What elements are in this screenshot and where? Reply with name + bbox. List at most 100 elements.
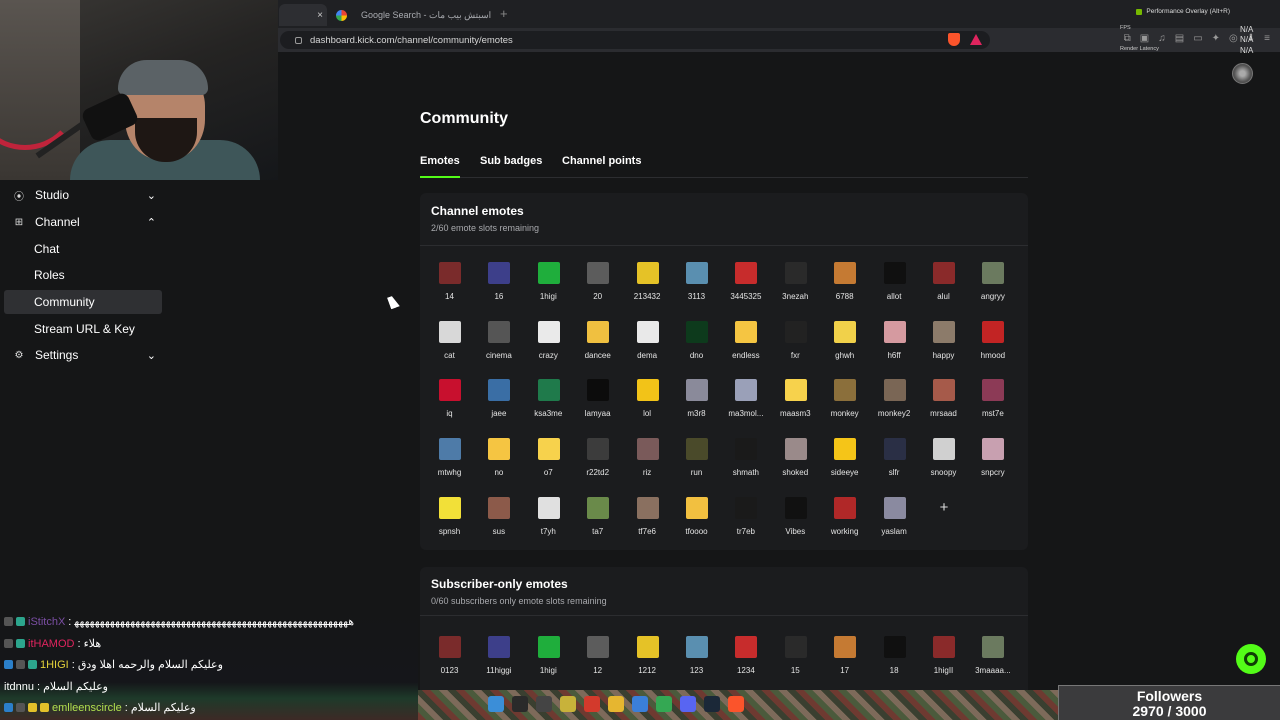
channel-emote[interactable]: 3113 bbox=[672, 262, 721, 312]
sidebar-item-stream-url-key[interactable]: Stream URL & Key bbox=[4, 317, 164, 341]
channel-emote[interactable]: ta7 bbox=[573, 496, 622, 547]
channel-emote[interactable]: 20 bbox=[573, 262, 622, 312]
obs-icon[interactable] bbox=[584, 696, 600, 712]
channel-emote[interactable]: lol bbox=[623, 379, 672, 429]
channel-emote[interactable]: snpcry bbox=[968, 438, 1017, 488]
channel-emote[interactable]: iq bbox=[425, 379, 474, 429]
channel-emote[interactable]: fxr bbox=[771, 320, 820, 371]
channel-emote[interactable]: no bbox=[474, 438, 523, 488]
channel-emote[interactable]: sus bbox=[474, 496, 523, 547]
channel-emote[interactable]: maasm3 bbox=[771, 379, 820, 429]
channel-emote[interactable]: dno bbox=[672, 320, 721, 371]
channel-emote[interactable]: monkey bbox=[820, 379, 869, 429]
tab-channel-points[interactable]: Channel points bbox=[562, 155, 641, 167]
channel-emote[interactable]: spnsh bbox=[425, 496, 474, 547]
wallet-icon[interactable]: ▭ bbox=[1193, 33, 1202, 44]
sidebar-item-chat[interactable]: Chat bbox=[4, 237, 164, 261]
subscriber-emote[interactable]: 3maaaa... bbox=[968, 636, 1017, 686]
steam-icon[interactable] bbox=[704, 696, 720, 712]
edge-icon[interactable] bbox=[632, 696, 648, 712]
music-icon[interactable]: ♫ bbox=[1158, 33, 1166, 44]
subscriber-emote[interactable]: 17 bbox=[820, 636, 869, 686]
subscriber-emote[interactable]: 15 bbox=[771, 636, 820, 686]
channel-emote[interactable]: shmath bbox=[721, 438, 770, 488]
channel-emote[interactable]: 14 bbox=[425, 262, 474, 312]
channel-emote[interactable]: snoopy bbox=[919, 438, 968, 488]
channel-emote[interactable]: cat bbox=[425, 320, 474, 371]
add-emote-button[interactable]: + bbox=[933, 499, 955, 516]
sidebar-item-channel[interactable]: ⊞ Channel ⌃ bbox=[4, 210, 164, 234]
channel-emote[interactable]: 213432 bbox=[623, 262, 672, 312]
browser-tab-active[interactable]: × bbox=[279, 4, 327, 26]
channel-emote[interactable]: happy bbox=[919, 320, 968, 371]
channel-emote[interactable]: slfr bbox=[870, 438, 919, 488]
channel-emote[interactable]: mrsaad bbox=[919, 379, 968, 429]
subscriber-emote[interactable]: 1higi bbox=[524, 636, 573, 686]
sidebar-item-studio[interactable]: ⦿ Studio ⌄ bbox=[4, 183, 164, 207]
channel-emote[interactable]: angryy bbox=[968, 262, 1017, 312]
channel-emote[interactable]: mst7e bbox=[968, 379, 1017, 429]
subscriber-emote[interactable]: 123 bbox=[672, 636, 721, 686]
subscriber-emote[interactable]: 1higII bbox=[919, 636, 968, 686]
channel-emote[interactable]: m3r8 bbox=[672, 379, 721, 429]
search-icon[interactable] bbox=[512, 696, 528, 712]
channel-emote[interactable]: h6ff bbox=[870, 320, 919, 371]
puzzle-icon[interactable]: ✦ bbox=[1212, 33, 1220, 44]
channel-emote[interactable]: jaee bbox=[474, 379, 523, 429]
channel-emote[interactable]: 16 bbox=[474, 262, 523, 312]
discord-icon[interactable] bbox=[680, 696, 696, 712]
channel-emote[interactable]: dancee bbox=[573, 320, 622, 371]
subscriber-emote[interactable]: 0123 bbox=[425, 636, 474, 686]
folder-icon[interactable] bbox=[608, 696, 624, 712]
channel-emote[interactable]: mtwhg bbox=[425, 438, 474, 488]
channel-emote[interactable]: yaslam bbox=[870, 496, 919, 547]
channel-emote[interactable]: 3nezah bbox=[771, 262, 820, 312]
channel-emote[interactable]: allot bbox=[870, 262, 919, 312]
menu-icon[interactable]: ≡ bbox=[1264, 33, 1270, 44]
channel-emote[interactable]: tfoooo bbox=[672, 496, 721, 547]
chrome-icon[interactable] bbox=[656, 696, 672, 712]
channel-emote[interactable]: riz bbox=[623, 438, 672, 488]
brave-icon[interactable] bbox=[728, 696, 744, 712]
channel-emote[interactable]: 3445325 bbox=[721, 262, 770, 312]
url-field[interactable]: dashboard.kick.com/channel/community/emo… bbox=[280, 31, 990, 49]
new-tab-button[interactable]: + bbox=[500, 6, 508, 21]
channel-emote[interactable]: shoked bbox=[771, 438, 820, 488]
subscriber-emote[interactable]: 1212 bbox=[623, 636, 672, 686]
sidebar-item-community[interactable]: Community bbox=[4, 290, 162, 314]
file-explorer-icon[interactable] bbox=[560, 696, 576, 712]
user-avatar[interactable] bbox=[1232, 63, 1253, 84]
tab-sub-badges[interactable]: Sub badges bbox=[480, 155, 542, 167]
reader-icon[interactable]: ▤ bbox=[1175, 33, 1184, 44]
channel-emote[interactable]: 1higi bbox=[524, 262, 573, 312]
vpn-icon[interactable]: ◎ bbox=[1229, 33, 1238, 44]
channel-emote[interactable]: o7 bbox=[524, 438, 573, 488]
channel-emote[interactable]: tf7e6 bbox=[623, 496, 672, 547]
channel-emote[interactable]: lamyaa bbox=[573, 379, 622, 429]
channel-emote[interactable]: t7yh bbox=[524, 496, 573, 547]
extensions-icon[interactable]: ⧉ bbox=[1124, 33, 1131, 44]
channel-emote[interactable]: dema bbox=[623, 320, 672, 371]
sidebar-item-roles[interactable]: Roles bbox=[4, 263, 164, 287]
channel-emote[interactable]: endless bbox=[721, 320, 770, 371]
channel-emote[interactable]: hmood bbox=[968, 320, 1017, 371]
channel-emote[interactable]: working bbox=[820, 496, 869, 547]
channel-emote[interactable]: tr7eb bbox=[721, 496, 770, 547]
channel-emote[interactable]: monkey2 bbox=[870, 379, 919, 429]
browser-tab-google[interactable]: Google Search - اسبتش بيب مات bbox=[336, 4, 496, 26]
subscriber-emote[interactable]: 12 bbox=[573, 636, 622, 686]
task-view-icon[interactable] bbox=[536, 696, 552, 712]
sidebar-item-settings[interactable]: ⚙ Settings ⌄ bbox=[4, 343, 164, 367]
channel-emote[interactable]: ghwh bbox=[820, 320, 869, 371]
channel-emote[interactable]: ksa3me bbox=[524, 379, 573, 429]
channel-emote[interactable]: 6788 bbox=[820, 262, 869, 312]
close-tab-icon[interactable]: × bbox=[317, 10, 323, 21]
channel-emote[interactable]: r22td2 bbox=[573, 438, 622, 488]
subscriber-emote[interactable]: 1234 bbox=[721, 636, 770, 686]
channel-emote[interactable]: ma3mol... bbox=[721, 379, 770, 429]
site-info-icon[interactable] bbox=[295, 36, 302, 44]
subscriber-emote[interactable]: 18 bbox=[870, 636, 919, 686]
channel-emote[interactable]: run bbox=[672, 438, 721, 488]
channel-emote[interactable]: sideeye bbox=[820, 438, 869, 488]
tab-emotes[interactable]: Emotes bbox=[420, 155, 460, 178]
